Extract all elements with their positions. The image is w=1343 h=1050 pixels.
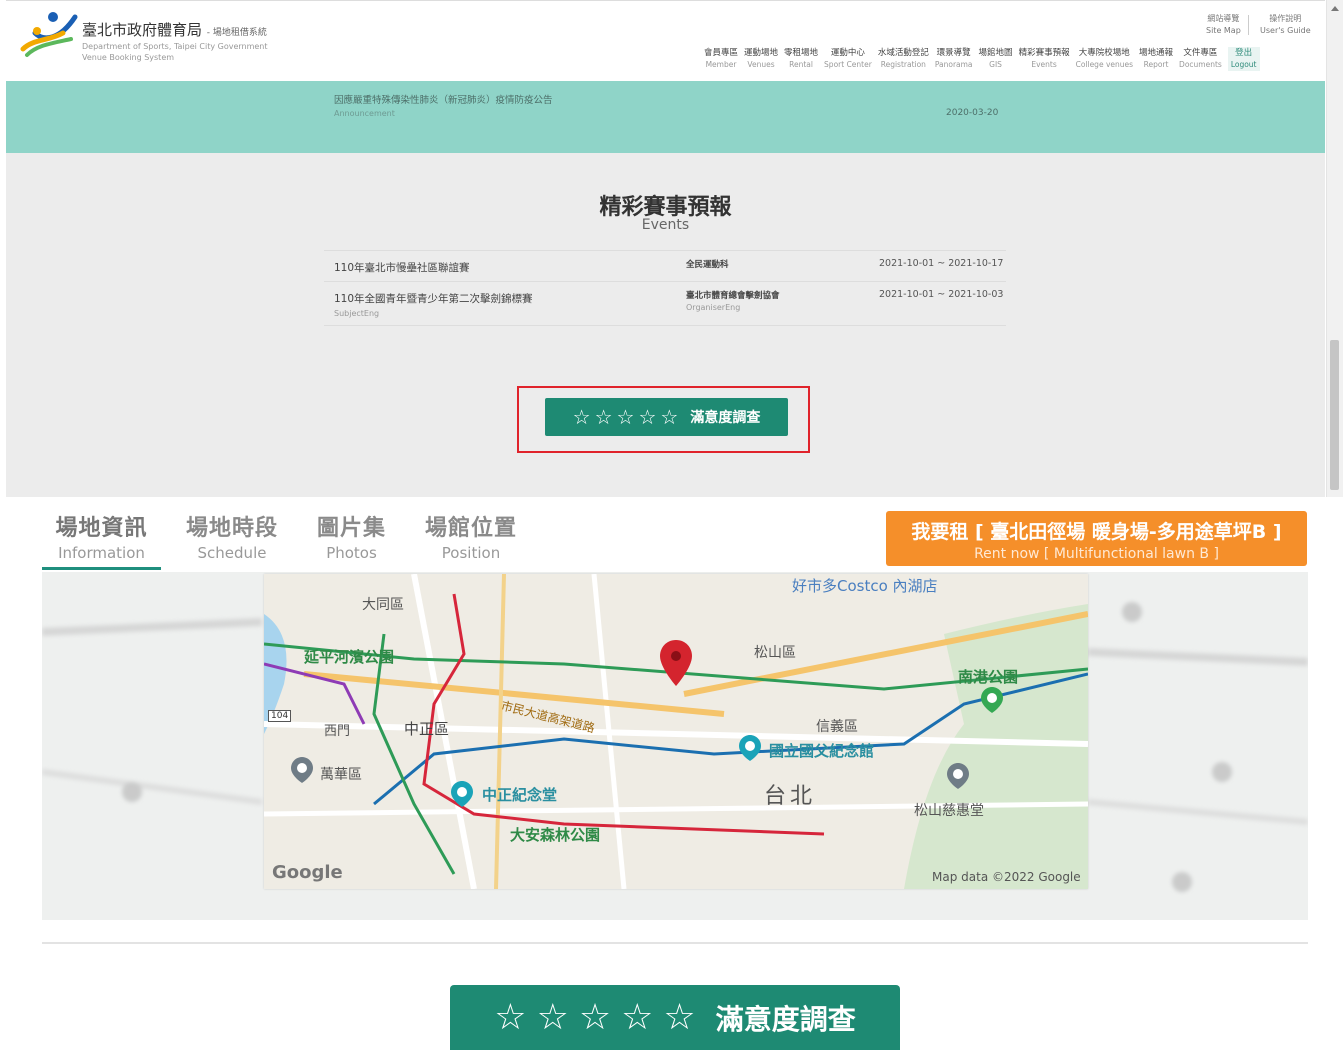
event-subject[interactable]: 110年臺北市慢壘社區聯誼賽 (334, 260, 470, 275)
nav-gis[interactable]: 場館地圖 GIS (979, 47, 1013, 71)
google-logo[interactable]: Google (272, 862, 343, 883)
announcement-label: Announcement (334, 109, 395, 118)
map-attribution: Map data ©2022 Google (932, 870, 1081, 884)
event-subject-en: SubjectEng (334, 309, 380, 318)
scroll-up-icon[interactable] (1331, 6, 1339, 11)
location-pin-icon[interactable] (658, 638, 694, 688)
tab-photos[interactable]: 圖片集 Photos (304, 510, 399, 570)
page-scrollbar[interactable] (1326, 0, 1343, 497)
events-subtitle: Events (641, 217, 690, 233)
sports-department-logo (20, 12, 78, 57)
event-subject[interactable]: 110年全國青年暨青少年第二次擊劍錦標賽 (334, 291, 533, 306)
star-icon: ☆ (536, 996, 569, 1038)
map-label-datong: 大同區 (362, 597, 404, 613)
star-rating: ☆ ☆ ☆ ☆ ☆ (573, 407, 679, 427)
tab-position[interactable]: 場館位置 Position (418, 510, 524, 570)
nav-member[interactable]: 會員專區 Member (704, 47, 738, 71)
star-icon: ☆ (660, 405, 679, 429)
nav-logout[interactable]: 登出 Logout (1227, 47, 1260, 71)
map-background: 好市多Costco 內湖店 大同區 松山區 延平河濱公園 南港公園 104 西門… (42, 572, 1308, 920)
tab-schedule[interactable]: 場地時段 Schedule (177, 510, 287, 570)
star-icon: ☆ (572, 405, 591, 429)
map-label-park: 延平河濱公園 (304, 648, 395, 666)
announcement-date: 2020-03-20 (946, 108, 999, 118)
event-date: 2021-10-01 ~ 2021-10-03 (879, 289, 1004, 300)
event-organiser: 全民運動科 (686, 260, 729, 270)
place-icon (291, 757, 313, 783)
site-header: 臺北市政府體育局 - 場地租借系統 Department of Sports, … (6, 1, 1325, 81)
nav-venues[interactable]: 運動場地 Venues (744, 47, 778, 71)
nav-rental[interactable]: 零租場地 Rental (784, 47, 818, 71)
announcement-banner: 因應嚴重特殊傳染性肺炎（新冠肺炎）疫情防疫公告 Announcement 202… (6, 81, 1325, 153)
survey-label: 滿意度調查 (715, 1002, 856, 1036)
star-icon: ☆ (638, 405, 657, 429)
map-label-sunyatsen: 國立國父紀念館 (769, 742, 875, 760)
table-row[interactable]: 110年臺北市慢壘社區聯誼賽 全民運動科 2021-10-01 ~ 2021-1… (324, 251, 1006, 282)
star-icon: ☆ (594, 405, 613, 429)
announcement-title[interactable]: 因應嚴重特殊傳染性肺炎（新冠肺炎）疫情防疫公告 (334, 92, 553, 106)
temple-icon (947, 763, 969, 789)
tab-information[interactable]: 場地資訊 Information (42, 510, 161, 570)
rent-now-button[interactable]: 我要租 [ 臺北田徑場 暖身場-多用途草坪B ] Rent now [ Mult… (886, 511, 1307, 566)
scrollbar-thumb[interactable] (1330, 340, 1339, 490)
map-label-nangang: 南港公園 (958, 668, 1019, 686)
star-icon: ☆ (494, 996, 527, 1038)
divider (1248, 15, 1249, 35)
brand-title[interactable]: 臺北市政府體育局 - 場地租借系統 (82, 19, 267, 40)
park-icon (981, 687, 1003, 713)
nav-documents[interactable]: 文件專區 Documents (1179, 47, 1222, 71)
table-row[interactable]: 110年全國青年暨青少年第二次擊劍錦標賽 SubjectEng 臺北市體育總會擊… (324, 282, 1006, 326)
map-label-cks: 中正紀念堂 (482, 786, 558, 804)
nav-events[interactable]: 精彩賽事預報 Events (1019, 47, 1070, 71)
map-label-costco: 好市多Costco 內湖店 (792, 577, 938, 595)
nav-sport-center[interactable]: 運動中心 Sport Center (824, 47, 872, 71)
star-icon: ☆ (616, 405, 635, 429)
nav-report[interactable]: 場地通報 Report (1139, 47, 1173, 71)
main-nav: 會員專區 Member 運動場地 Venues 零租場地 Rental 運動中心 Spo… (704, 47, 1260, 71)
event-organiser-en: OrganiserEng (686, 303, 741, 312)
users-guide-link[interactable]: 操作說明 User's Guide (1260, 13, 1311, 37)
map-label-taipei: 台北 (764, 784, 817, 809)
nav-college-venues[interactable]: 大專院校場地 College venues (1076, 47, 1133, 71)
map-label-xinyi: 信義區 (816, 719, 858, 735)
section-divider (42, 942, 1308, 944)
map-label-wanhua: 萬華區 (320, 767, 362, 783)
map-label-route: 104 (268, 710, 292, 722)
events-table: 110年臺北市慢壘社區聯誼賽 全民運動科 2021-10-01 ~ 2021-1… (324, 250, 1006, 326)
nav-panorama[interactable]: 環景導覽 Panorama (935, 47, 973, 71)
map-label-daan: 大安森林公園 (510, 826, 601, 844)
star-icon: ☆ (621, 996, 654, 1038)
museum-icon (739, 735, 761, 761)
star-icon: ☆ (663, 996, 696, 1038)
map-label-songshan: 松山區 (754, 645, 796, 661)
map-view[interactable]: 好市多Costco 內湖店 大同區 松山區 延平河濱公園 南港公園 104 西門… (264, 574, 1088, 889)
nav-registration[interactable]: 水域活動登記 Registration (878, 47, 929, 71)
survey-button-large[interactable]: ☆ ☆ ☆ ☆ ☆ 滿意度調查 (450, 985, 900, 1050)
landmark-icon (451, 781, 473, 807)
brand-subtitle: Department of Sports, Taipei City Govern… (82, 42, 268, 62)
map-label-ximen: 西門 (324, 724, 351, 739)
star-icon: ☆ (578, 996, 612, 1038)
survey-button-small[interactable]: ☆ ☆ ☆ ☆ ☆ 滿意度調查 (545, 398, 788, 436)
event-date: 2021-10-01 ~ 2021-10-17 (879, 258, 1004, 269)
map-roads (264, 574, 1088, 889)
star-rating: ☆ ☆ ☆ ☆ ☆ (494, 996, 696, 1038)
survey-label: 滿意度調查 (690, 410, 761, 426)
site-map-link[interactable]: 網站導覽 Site Map (1206, 13, 1241, 37)
map-label-ciyou: 松山慈惠堂 (914, 803, 984, 819)
website-screenshot: 臺北市政府體育局 - 場地租借系統 Department of Sports, … (6, 0, 1325, 497)
venue-tabs: 場地資訊 Information 場地時段 Schedule 圖片集 Photos 場… (42, 510, 542, 570)
map-label-zhongzheng: 中正區 (404, 720, 450, 738)
event-organiser: 臺北市體育總會擊劍協會 (686, 291, 780, 301)
